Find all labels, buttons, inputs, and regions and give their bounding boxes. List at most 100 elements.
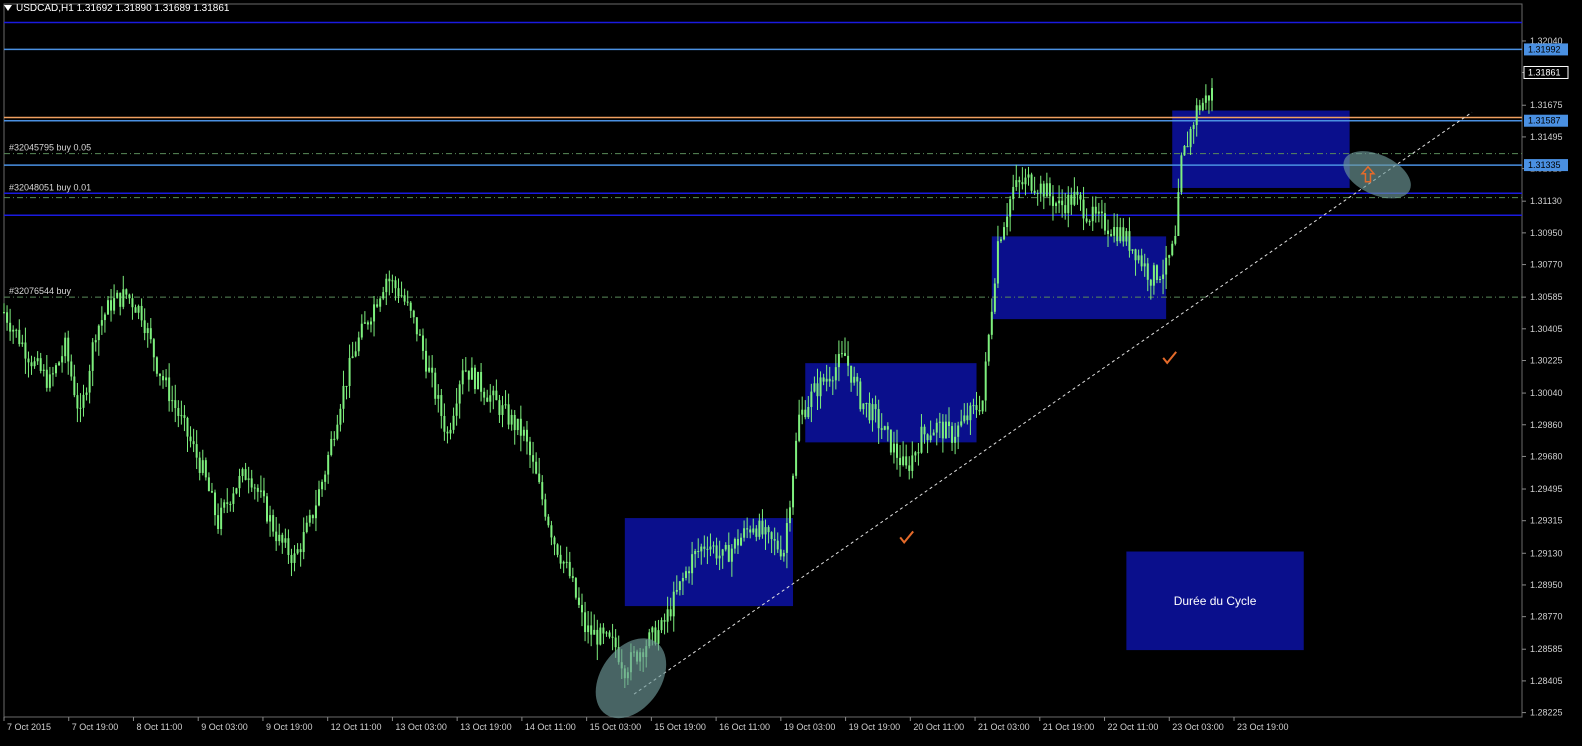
candle-body: [865, 403, 868, 405]
candle-body: [978, 409, 981, 412]
candle-body: [394, 280, 397, 289]
candle-body: [443, 416, 446, 432]
candle-body: [400, 295, 403, 297]
candle-body: [605, 632, 608, 634]
candle-body: [776, 540, 779, 550]
candle-body: [1192, 125, 1195, 130]
time-tick-label: 13 Oct 03:00: [395, 722, 447, 732]
candle-body: [42, 369, 45, 371]
candle-body: [1125, 231, 1128, 242]
candle-body: [767, 527, 770, 533]
candle-body: [1165, 257, 1168, 275]
candle-body: [214, 492, 217, 516]
candle-body: [795, 440, 798, 476]
candle-body: [137, 305, 140, 313]
candle-body: [675, 590, 678, 592]
candle-body: [345, 385, 348, 387]
price-tick-label: 1.29315: [1530, 516, 1563, 526]
candle-body: [507, 404, 510, 425]
price-tick-label: 1.31675: [1530, 100, 1563, 110]
candle-body: [721, 549, 724, 556]
candle-body: [535, 461, 538, 474]
candle-body: [574, 578, 577, 598]
candle-body: [113, 298, 116, 311]
candle-body: [6, 312, 9, 323]
candle-body: [235, 488, 238, 494]
candle-body: [1107, 230, 1110, 235]
candle-body: [82, 394, 85, 408]
price-chart[interactable]: #32045795 buy 0.05 #32048051 buy 0.01 #320…: [0, 0, 1582, 741]
candle-body: [743, 528, 746, 538]
candle-body: [195, 444, 198, 458]
candle-body: [963, 415, 966, 422]
candle-body: [896, 443, 899, 458]
price-tick-label: 1.28950: [1530, 580, 1563, 590]
candle-body: [97, 325, 100, 341]
dropdown-arrow-icon[interactable]: [4, 5, 12, 12]
price-tick-label: 1.29130: [1530, 548, 1563, 558]
candle-body: [1103, 213, 1106, 231]
candle-body: [244, 469, 247, 480]
candle-body: [1137, 255, 1140, 261]
candle-body: [798, 414, 801, 441]
candle-body: [874, 404, 877, 410]
time-tick-label: 21 Oct 03:00: [978, 722, 1030, 732]
candle-body: [110, 300, 113, 311]
candle-body: [951, 426, 954, 443]
candle-body: [18, 329, 21, 345]
candle-body: [1051, 196, 1054, 206]
candle-body: [324, 474, 327, 482]
order-label-1: #32045795 buy 0.05: [9, 143, 91, 153]
candle-body: [458, 384, 461, 404]
candle-body: [1055, 203, 1058, 206]
time-tick-label: 8 Oct 11:00: [136, 722, 182, 732]
candle-body: [162, 376, 165, 381]
time-tick-label: 21 Oct 19:00: [1043, 722, 1095, 732]
candle-body: [226, 502, 229, 504]
candle-body: [770, 532, 773, 540]
candle-body: [532, 455, 535, 462]
candle-body: [15, 329, 18, 331]
candle-body: [587, 625, 590, 633]
candle-body: [217, 515, 220, 529]
candle-body: [947, 421, 950, 427]
candle-body: [290, 554, 293, 563]
candle-body: [1146, 263, 1149, 280]
candle-body: [987, 334, 990, 362]
candle-body: [553, 537, 556, 545]
zone-4[interactable]: [1172, 110, 1350, 188]
candle-body: [67, 337, 70, 362]
candle-body: [317, 489, 320, 506]
candle-body: [486, 397, 489, 402]
candle-body: [12, 329, 15, 332]
candle-body: [61, 356, 64, 363]
candle-body: [100, 320, 103, 326]
candle-body: [550, 525, 553, 538]
candle-body: [1177, 192, 1180, 236]
candle-body: [36, 358, 39, 362]
candle-body: [418, 334, 421, 336]
candle-body: [1198, 105, 1201, 111]
candle-body: [593, 629, 596, 635]
price-tick-label: 1.28225: [1530, 708, 1563, 718]
candle-body: [189, 436, 192, 442]
candle-body: [730, 548, 733, 562]
zone-3[interactable]: [991, 236, 1167, 320]
candle-body: [672, 591, 675, 617]
candle-body: [1122, 227, 1125, 242]
candle-body: [724, 545, 727, 550]
candle-body: [39, 358, 42, 371]
candle-body: [266, 496, 269, 522]
candle-body: [425, 350, 428, 372]
candle-body: [272, 515, 275, 532]
candle-body: [1045, 183, 1048, 197]
candle-body: [1211, 88, 1213, 101]
candle-body: [348, 357, 351, 387]
candle-body: [1061, 200, 1064, 206]
candle-body: [403, 295, 406, 302]
candle-body: [1024, 177, 1027, 185]
price-tick-label: 1.28770: [1530, 612, 1563, 622]
candle-body: [883, 426, 886, 430]
candle-body: [449, 429, 452, 434]
candle-body: [596, 629, 599, 645]
